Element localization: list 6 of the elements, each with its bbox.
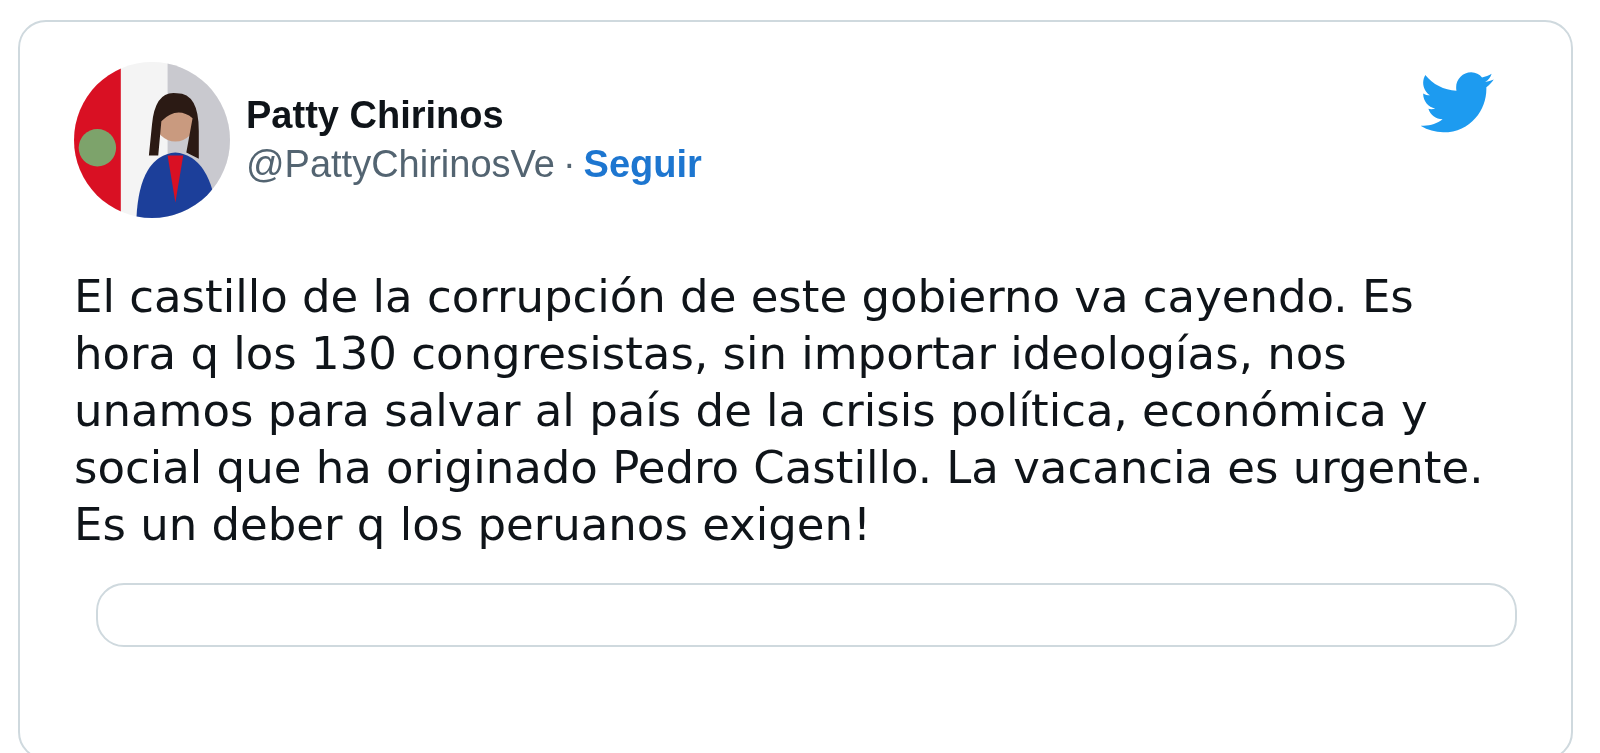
follow-link[interactable]: Seguir [583,143,702,186]
separator: · [562,143,576,186]
author-handle[interactable]: @PattyChirinosVe [246,143,555,186]
tweet-text: El castillo de la corrupción de este gobierno va cayendo. Es hora q los 130 congresistas, sin importar ideologías, nos unamos para salvar al país de la crisis política, económica y social que ha originado Pedro Castillo. La vacancia es urgente. Es un deber q los peruanos exigen! [74,269,1485,553]
bird-logo-icon[interactable] [1421,72,1495,134]
author-name[interactable]: Patty Chirinos [246,94,504,137]
